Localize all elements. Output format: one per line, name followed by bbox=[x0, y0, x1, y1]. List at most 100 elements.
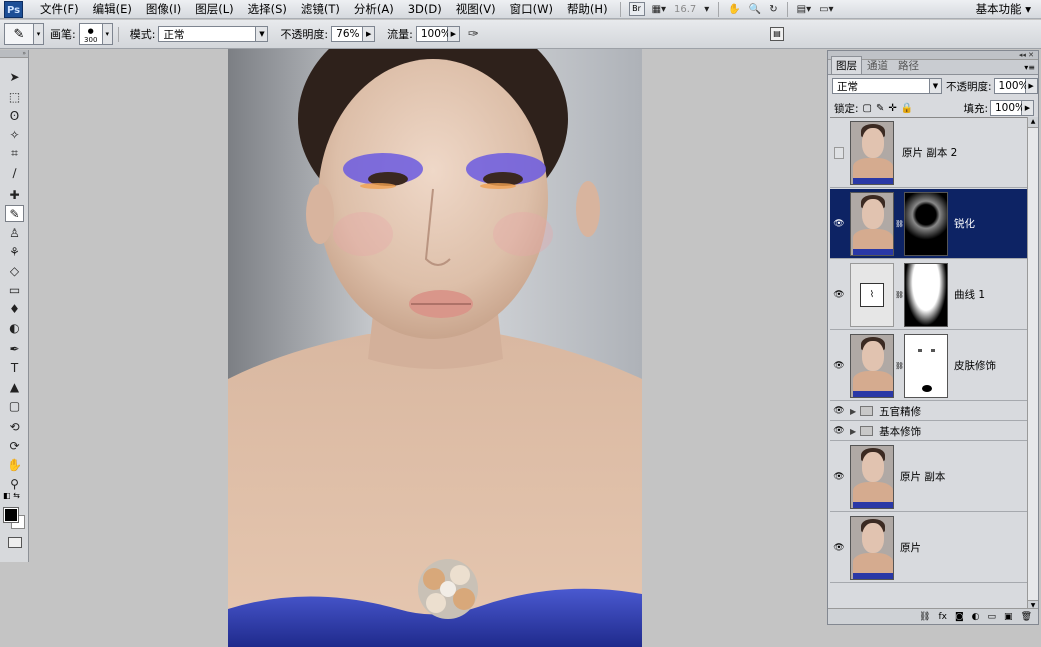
menu-file[interactable]: 文件(F) bbox=[33, 0, 86, 19]
layer-group-row[interactable]: 👁 ▶ 基本修饰 bbox=[830, 422, 1028, 441]
tab-paths[interactable]: 路径 bbox=[893, 56, 924, 74]
eye-icon[interactable]: 👁 bbox=[830, 426, 848, 436]
blur-tool-icon[interactable]: ♦ bbox=[5, 300, 24, 317]
layer-mask-thumbnail[interactable] bbox=[904, 262, 948, 327]
eye-icon[interactable]: 👁 bbox=[830, 406, 848, 416]
chevron-down-icon[interactable]: ▾ bbox=[34, 23, 44, 45]
3d-orbit-tool-icon[interactable]: ⟳ bbox=[5, 437, 24, 454]
lasso-tool-icon[interactable]: ʘ bbox=[5, 107, 24, 124]
opacity-slider-button[interactable]: ▶ bbox=[363, 26, 376, 42]
layer-row[interactable]: 👁 原片 副本 bbox=[830, 442, 1028, 512]
lock-all-icon[interactable]: 🔒 bbox=[901, 103, 913, 114]
eye-icon[interactable]: 👁 bbox=[830, 543, 848, 553]
link-layers-icon[interactable]: ⛓ bbox=[919, 612, 930, 622]
zoom-tool-icon[interactable]: ⚲ bbox=[5, 475, 24, 492]
layer-mask-thumbnail[interactable] bbox=[904, 191, 948, 256]
mode-select[interactable]: 正常 ▼ bbox=[158, 26, 269, 42]
lock-pixels-icon[interactable]: ✎ bbox=[876, 103, 884, 114]
brush-panel-toggle-icon[interactable]: ▤ bbox=[770, 27, 784, 41]
brush-tool-icon[interactable]: ✎ bbox=[5, 205, 24, 222]
link-icon[interactable]: ⛓ bbox=[895, 291, 904, 299]
shape-tool-icon[interactable]: ▢ bbox=[5, 397, 24, 414]
fill-input[interactable]: 100% bbox=[990, 100, 1025, 116]
new-layer-icon[interactable]: ▣ bbox=[1004, 612, 1013, 622]
hand-tool-icon[interactable]: ✋ bbox=[724, 0, 744, 19]
flow-slider-button[interactable]: ▶ bbox=[447, 26, 460, 42]
eyedropper-tool-icon[interactable]: ∕ bbox=[5, 164, 24, 181]
blend-mode-select[interactable]: 正常 ▼ bbox=[832, 78, 942, 94]
new-group-icon[interactable]: ▭ bbox=[988, 612, 997, 622]
pen-tool-icon[interactable]: ✒ bbox=[5, 340, 24, 357]
menu-layer[interactable]: 图层(L) bbox=[188, 0, 240, 19]
opacity-input[interactable]: 76% bbox=[331, 26, 364, 42]
menu-select[interactable]: 选择(S) bbox=[241, 0, 294, 19]
layer-mask-thumbnail[interactable] bbox=[904, 333, 948, 398]
bridge-button[interactable]: Br bbox=[628, 2, 645, 16]
hand-tool-icon[interactable]: ✋ bbox=[5, 456, 24, 473]
adjustment-layer-icon[interactable]: ◐ bbox=[972, 612, 980, 622]
zoom-tool-icon[interactable]: 🔍 bbox=[745, 0, 765, 19]
layer-row[interactable]: 👁 原片 bbox=[830, 513, 1028, 583]
menu-edit[interactable]: 编辑(E) bbox=[86, 0, 139, 19]
default-colors-icon[interactable]: ◧ ⇆ bbox=[3, 491, 20, 500]
link-icon[interactable]: ⛓ bbox=[895, 220, 904, 228]
quick-mask-icon[interactable] bbox=[8, 537, 22, 548]
visibility-toggle-off[interactable] bbox=[834, 146, 844, 159]
brush-picker[interactable]: ● 300 bbox=[78, 23, 103, 45]
zoom-dropdown-icon[interactable]: ▾ bbox=[700, 0, 713, 19]
link-icon[interactable]: ⛓ bbox=[895, 362, 904, 370]
tab-layers[interactable]: 图层 bbox=[831, 56, 862, 74]
panel-collapse-icon[interactable]: » bbox=[0, 50, 28, 58]
canvas-photo[interactable] bbox=[228, 49, 642, 647]
layer-group-row[interactable]: 👁 ▶ 五官精修 bbox=[830, 402, 1028, 421]
zoom-level[interactable]: 16.7 bbox=[670, 4, 700, 15]
add-mask-icon[interactable]: ◙ bbox=[955, 612, 964, 622]
layer-row[interactable]: 👁 ⛓ 锐化 bbox=[830, 189, 1028, 259]
expand-arrow-icon[interactable]: ▶ bbox=[850, 427, 856, 436]
fill-slider-button[interactable]: ▶ bbox=[1022, 100, 1034, 116]
lock-position-icon[interactable]: ✛ bbox=[888, 103, 896, 114]
clone-stamp-tool-icon[interactable]: ♙ bbox=[5, 224, 24, 241]
foreground-color-swatch[interactable] bbox=[3, 507, 19, 523]
brush-dropdown-icon[interactable]: ▾ bbox=[102, 23, 113, 45]
eye-icon[interactable]: 👁 bbox=[830, 290, 848, 300]
arrange-documents-icon[interactable]: ▤▾ bbox=[793, 0, 815, 19]
panel-menu-icon[interactable]: ▾≡ bbox=[1024, 63, 1035, 72]
menu-analysis[interactable]: 分析(A) bbox=[347, 0, 401, 19]
menu-filter[interactable]: 滤镜(T) bbox=[294, 0, 347, 19]
layer-row[interactable]: 👁 ⛓ 皮肤修饰 bbox=[830, 331, 1028, 401]
move-tool-icon[interactable]: ➤ bbox=[5, 68, 24, 85]
layer-style-icon[interactable]: fx bbox=[938, 612, 947, 622]
type-tool-icon[interactable]: T bbox=[5, 359, 24, 376]
rotate-view-icon[interactable]: ↻ bbox=[765, 0, 781, 19]
layer-row[interactable]: 👁 ⌇ ⛓ 曲线 1 bbox=[830, 260, 1028, 330]
gradient-tool-icon[interactable]: ▭ bbox=[5, 281, 24, 298]
menu-window[interactable]: 窗口(W) bbox=[503, 0, 560, 19]
quick-selection-tool-icon[interactable]: ✧ bbox=[5, 126, 24, 143]
eraser-tool-icon[interactable]: ◇ bbox=[5, 262, 24, 279]
tool-preset-picker[interactable]: ✎ bbox=[4, 23, 34, 45]
lock-transparency-icon[interactable]: ▢ bbox=[863, 103, 872, 114]
layer-opacity-input[interactable]: 100% bbox=[993, 78, 1029, 94]
eye-icon[interactable]: 👁 bbox=[830, 361, 848, 371]
airbrush-icon[interactable]: ✑ bbox=[468, 27, 479, 42]
history-brush-tool-icon[interactable]: ⚘ bbox=[5, 243, 24, 260]
tab-channels[interactable]: 通道 bbox=[862, 56, 893, 74]
menu-help[interactable]: 帮助(H) bbox=[560, 0, 615, 19]
healing-brush-tool-icon[interactable]: ✚ bbox=[5, 186, 24, 203]
eye-icon[interactable]: 👁 bbox=[830, 219, 848, 229]
3d-rotate-tool-icon[interactable]: ⟲ bbox=[5, 418, 24, 435]
flow-input[interactable]: 100% bbox=[415, 26, 451, 42]
dodge-tool-icon[interactable]: ◐ bbox=[5, 319, 24, 336]
marquee-tool-icon[interactable]: ⬚ bbox=[5, 88, 24, 105]
crop-tool-icon[interactable]: ⌗ bbox=[5, 145, 24, 162]
layers-scrollbar[interactable]: ▲ ▼ bbox=[1027, 117, 1038, 611]
view-extras-icon[interactable]: ▦▾ bbox=[648, 0, 670, 19]
menu-image[interactable]: 图像(I) bbox=[139, 0, 188, 19]
scroll-up-icon[interactable]: ▲ bbox=[1028, 117, 1038, 128]
layer-row[interactable]: 原片 副本 2 bbox=[830, 118, 1028, 188]
expand-arrow-icon[interactable]: ▶ bbox=[850, 407, 856, 416]
menu-view[interactable]: 视图(V) bbox=[449, 0, 503, 19]
menu-3d[interactable]: 3D(D) bbox=[401, 0, 449, 19]
eye-icon[interactable]: 👁 bbox=[830, 472, 848, 482]
